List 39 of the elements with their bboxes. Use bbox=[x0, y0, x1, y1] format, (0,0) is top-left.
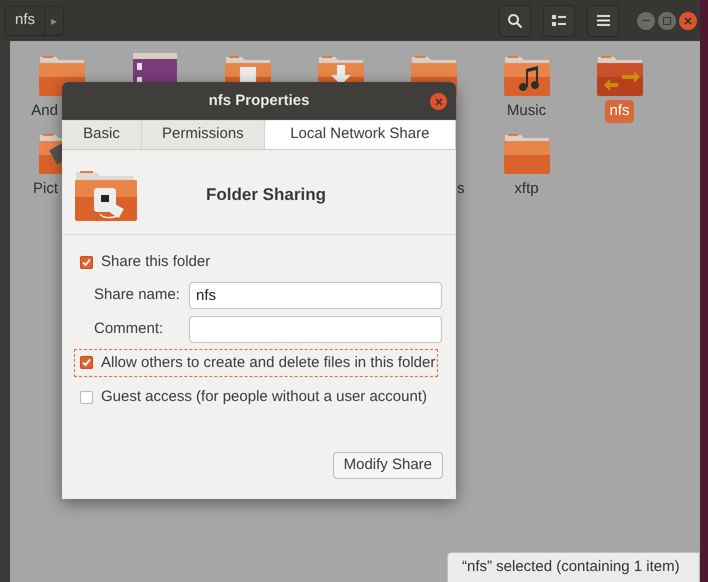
field-label: Comment: bbox=[94, 318, 164, 339]
checkbox[interactable] bbox=[80, 356, 93, 370]
folder-icon bbox=[596, 53, 644, 97]
dialog-title: nfs Properties bbox=[208, 90, 310, 111]
checkbox-label: Guest access (for people without a user account) bbox=[101, 387, 428, 407]
folder-icon bbox=[502, 53, 550, 97]
checkbox[interactable] bbox=[80, 256, 93, 269]
checkbox[interactable] bbox=[80, 390, 93, 404]
modify-share-button[interactable]: Modify Share bbox=[332, 452, 443, 478]
shared-folder-icon bbox=[74, 168, 138, 222]
path-arrow-button[interactable]: ▸ bbox=[45, 6, 64, 34]
status-bar: “nfs” selected (containing 1 item) bbox=[447, 552, 700, 582]
menu-button[interactable] bbox=[587, 4, 619, 36]
minimize-button[interactable] bbox=[637, 12, 655, 30]
checkbox-label: Share this folder bbox=[101, 252, 210, 272]
file-label[interactable]: xftp bbox=[510, 178, 543, 200]
close-icon bbox=[434, 98, 442, 106]
close-button[interactable] bbox=[430, 93, 447, 110]
field-label: Share name: bbox=[94, 284, 181, 305]
close-button[interactable] bbox=[679, 12, 697, 30]
search-button[interactable] bbox=[499, 4, 531, 36]
section-heading: Folder Sharing bbox=[205, 184, 327, 206]
text-field[interactable] bbox=[189, 316, 442, 342]
tab[interactable]: Basic bbox=[62, 120, 142, 149]
view-toggle-button[interactable] bbox=[543, 4, 575, 36]
checkbox-label: Allow others to create and delete files in this folder bbox=[101, 352, 436, 372]
text-field[interactable]: nfs bbox=[189, 282, 442, 308]
file-label[interactable]: nfs bbox=[605, 100, 634, 122]
menu-icon bbox=[596, 15, 610, 26]
maximize-button[interactable] bbox=[658, 12, 676, 30]
tab[interactable]: Local Network Share bbox=[264, 120, 456, 149]
file-label[interactable]: s bbox=[453, 178, 468, 200]
file-label[interactable]: And bbox=[27, 100, 62, 122]
list-view-icon bbox=[552, 14, 566, 26]
close-icon bbox=[684, 16, 692, 24]
search-icon bbox=[507, 12, 523, 28]
file-label[interactable]: Music bbox=[502, 100, 550, 122]
path-button[interactable]: nfs bbox=[6, 6, 46, 34]
file-label[interactable]: Pict bbox=[28, 178, 62, 200]
